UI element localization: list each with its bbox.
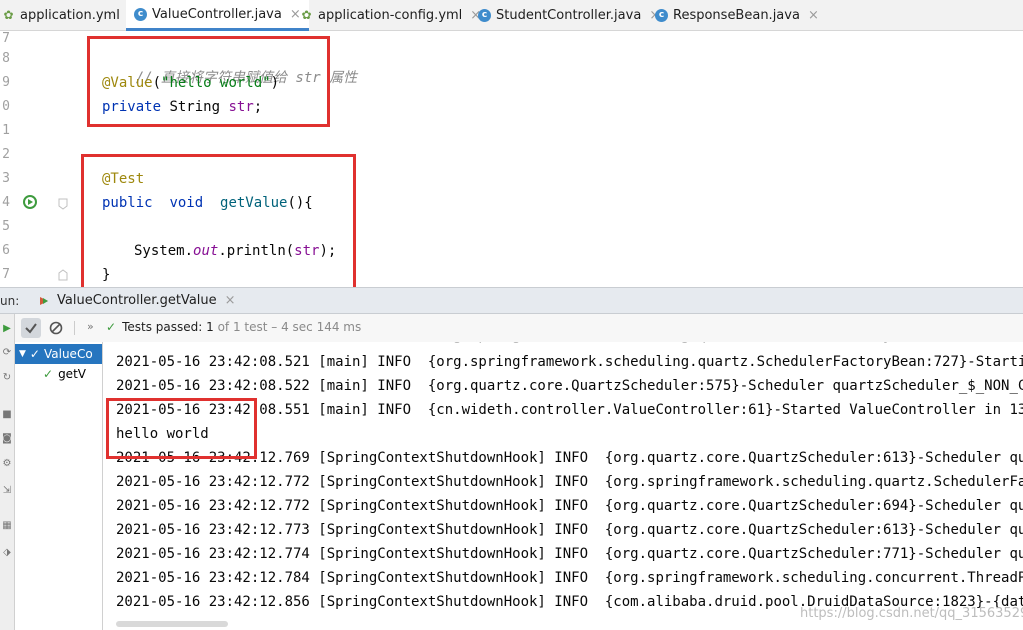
java-class-icon: c <box>134 7 147 21</box>
log-line: 2021-05-16 23:42:12.773 [SpringContextSh… <box>116 522 1023 538</box>
line-number: 1 <box>2 123 10 138</box>
settings-icon[interactable]: ⚙ <box>1 458 13 470</box>
highlight-box-output <box>106 398 257 459</box>
expand-icon[interactable]: » <box>87 320 94 333</box>
tab-student-controller[interactable]: c StudentController.java × <box>478 0 660 30</box>
show-ignored-button[interactable] <box>46 318 66 338</box>
line-number: 5 <box>2 219 10 234</box>
test-toolbar: » ✓ Tests passed: 1 of 1 test – 4 sec 14… <box>0 314 1023 343</box>
editor-tab-bar: ✿ application.yml × c ValueController.ja… <box>0 0 1023 31</box>
log-line: 2021-05-16 23:42:08.521 [main] INFO {org… <box>116 354 1023 370</box>
console-output[interactable]: 2021-05-16 23:42:08.512 [main] INFO {org… <box>103 342 1023 630</box>
ignored-icon <box>49 321 63 335</box>
passed-check-icon: ✓ <box>106 320 117 334</box>
rerun-failed-icon[interactable]: ⟳ <box>1 347 13 359</box>
log-line: 2021-05-16 23:42:08.522 [main] INFO {org… <box>116 378 1023 394</box>
line-number: 7 <box>2 267 10 282</box>
tree-item-method[interactable]: ✓ getV <box>43 364 102 384</box>
horizontal-scrollbar[interactable] <box>116 621 228 627</box>
editor-gutter: 7 8 9 0 1 2 3 4 5 6 7 <box>0 31 72 287</box>
line-number: 2 <box>2 147 10 162</box>
line-number: 4 <box>2 195 10 210</box>
test-config-icon <box>40 296 48 305</box>
log-line: 2021-05-16 23:42:12.774 [SpringContextSh… <box>116 546 1023 562</box>
toolbar-divider <box>74 321 75 335</box>
line-number: 7 <box>2 31 10 46</box>
pin-icon[interactable]: ⬗ <box>1 547 13 559</box>
yaml-file-icon: ✿ <box>3 8 14 22</box>
log-line-partial: 2021-05-16 23:42:08.512 [main] INFO {org… <box>116 342 959 344</box>
export-icon[interactable]: ⇲ <box>1 485 13 497</box>
line-number: 0 <box>2 99 10 114</box>
java-class-icon: c <box>655 8 668 22</box>
highlight-box-method <box>81 154 356 295</box>
run-tab-label: ValueController.getValue <box>57 293 217 308</box>
tab-value-controller[interactable]: c ValueController.java × <box>126 0 309 31</box>
fold-icon[interactable] <box>58 198 68 210</box>
highlight-box-field <box>87 36 330 127</box>
chevron-down-icon[interactable]: ▼ <box>19 349 26 359</box>
close-icon[interactable]: × <box>808 8 819 23</box>
run-tab[interactable]: ValueController.getValue × <box>38 293 236 308</box>
passed-check-icon: ✓ <box>43 367 54 381</box>
log-line: 2021-05-16 23:42:12.772 [SpringContextSh… <box>116 474 1023 490</box>
passed-check-icon: ✓ <box>29 347 40 361</box>
log-line: 2021-05-16 23:42:12.784 [SpringContextSh… <box>116 570 1023 586</box>
line-number: 9 <box>2 75 10 90</box>
tab-label: ResponseBean.java <box>673 7 800 23</box>
tab-application-yml[interactable]: ✿ application.yml × <box>2 0 138 30</box>
yaml-file-icon: ✿ <box>301 8 312 22</box>
test-status: ✓ Tests passed: 1 of 1 test – 4 sec 144 … <box>106 320 362 334</box>
check-icon <box>25 323 37 334</box>
show-passed-button[interactable] <box>21 318 41 338</box>
tab-label: StudentController.java <box>496 7 642 23</box>
code-editor[interactable]: 7 8 9 0 1 2 3 4 5 6 7 // 直接将字符串赋值给 str 属… <box>0 31 1023 295</box>
run-side-toolbar: ▶ ⟳ ↻ ■ ◙ ⚙ ⇲ ▦ ⬗ <box>0 314 15 630</box>
fold-icon[interactable] <box>58 269 68 281</box>
watermark: https://blog.csdn.net/qq_31563529 <box>800 606 1023 621</box>
run-panel-header: un: ValueController.getValue × <box>0 287 1023 314</box>
tree-item-class[interactable]: ▼ ✓ ValueCo <box>15 344 102 364</box>
test-tree: ▼ ✓ ValueCo ✓ getV <box>15 342 103 630</box>
line-number: 8 <box>2 51 10 66</box>
tab-application-config-yml[interactable]: ✿ application-config.yml × <box>300 0 481 30</box>
toggle-auto-test-icon[interactable]: ↻ <box>1 372 13 384</box>
close-icon[interactable]: × <box>225 293 236 308</box>
tab-label: application.yml <box>20 7 120 23</box>
tab-label: ValueController.java <box>152 6 282 22</box>
log-line: 2021-05-16 23:42:12.772 [SpringContextSh… <box>116 498 1023 514</box>
line-number: 3 <box>2 171 10 186</box>
run-label: un: <box>0 294 20 308</box>
run-test-icon[interactable] <box>22 194 38 210</box>
line-number: 6 <box>2 243 10 258</box>
camera-icon[interactable]: ◙ <box>1 433 13 445</box>
layout-icon[interactable]: ▦ <box>1 520 13 532</box>
tab-label: application-config.yml <box>318 7 463 23</box>
rerun-icon[interactable]: ▶ <box>1 323 13 335</box>
stop-icon[interactable]: ■ <box>1 409 13 421</box>
tab-response-bean[interactable]: c ResponseBean.java × <box>655 0 819 30</box>
java-class-icon: c <box>478 8 491 22</box>
